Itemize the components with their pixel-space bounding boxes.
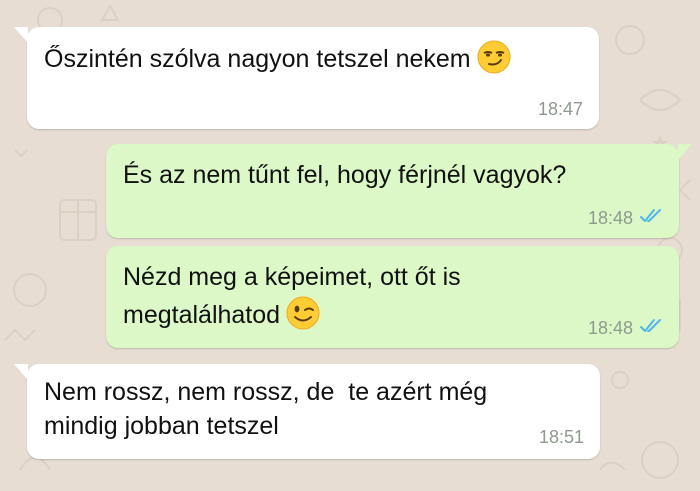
double-check-read-icon xyxy=(639,318,663,338)
message-text: Nem rossz, nem rossz, de te azért még min… xyxy=(44,375,487,443)
message-time: 18:48 xyxy=(587,208,633,228)
message-text: Nézd meg a képeimet, ott őt is megtalálha… xyxy=(123,259,461,341)
message-text-line: Nem rossz, nem rossz, de te azért még xyxy=(44,378,488,406)
message-time: 18:48 xyxy=(587,318,633,338)
message-bubble-outgoing[interactable]: És az nem tűnt fel, hogy férjnél vagyok?… xyxy=(106,144,692,238)
message-bubble-incoming[interactable]: Nem rossz, nem rossz, de te azért még min… xyxy=(14,364,600,459)
message-time: 18:47 xyxy=(537,99,583,119)
bubble-tail xyxy=(678,144,692,160)
chat-screen: { "colors": { "wallpaper": "#e7ddd3", "i… xyxy=(0,0,700,491)
message-bubble-outgoing[interactable]: Nézd meg a képeimet, ott őt is megtalálha… xyxy=(106,246,679,348)
bubble-tail xyxy=(14,27,28,43)
double-check-read-icon xyxy=(639,208,663,228)
message-bubble-incoming[interactable]: Őszintén szólva nagyon tetszel nekem 18:… xyxy=(14,27,599,129)
message-text: És az nem tűnt fel, hogy férjnél vagyok? xyxy=(123,161,567,189)
bubble-tail xyxy=(14,364,28,380)
message-time: 18:51 xyxy=(538,427,584,447)
message-text-line: megtalálhatod xyxy=(123,301,281,329)
smirking-face-emoji xyxy=(477,40,511,85)
message-text: Őszintén szólva nagyon tetszel nekem xyxy=(44,40,511,85)
message-meta: 18:48 xyxy=(588,318,663,338)
message-text-line: mindig jobban tetszel xyxy=(44,412,279,440)
winking-face-emoji xyxy=(286,296,320,341)
message-meta: 18:47 xyxy=(538,99,583,119)
message-meta: 18:48 xyxy=(588,208,663,228)
message-meta: 18:51 xyxy=(539,427,584,447)
message-text-line: Nézd meg a képeimet, ott őt is xyxy=(123,263,461,291)
